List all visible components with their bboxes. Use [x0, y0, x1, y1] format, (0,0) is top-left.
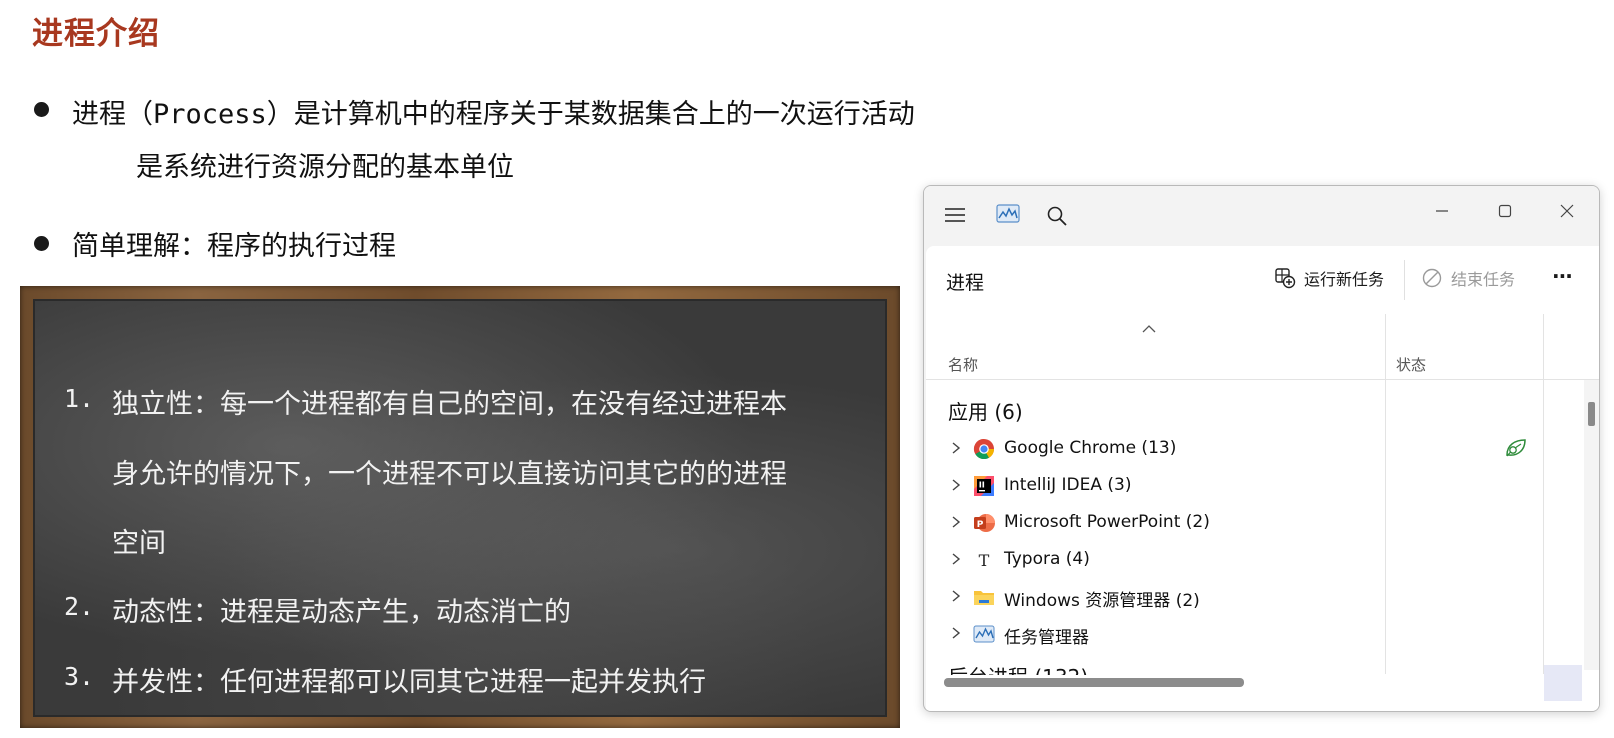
- board-item-3-number: 3.: [64, 662, 95, 691]
- bullet-1-suffix: 是计算机中的程序关于某数据集合上的一次运行活动: [293, 99, 915, 130]
- powerpoint-icon: P: [974, 514, 995, 532]
- bullet-1: 进程（Process）是计算机中的程序关于某数据集合上的一次运行活动: [72, 92, 915, 131]
- chrome-icon: [973, 438, 995, 460]
- column-header-status[interactable]: 状态: [1386, 314, 1543, 380]
- column-separator: [1543, 314, 1544, 674]
- more-options-button[interactable]: ···: [1552, 264, 1573, 288]
- minimize-icon: [1436, 210, 1448, 212]
- process-name: Typora (4): [1004, 549, 1090, 569]
- maximize-icon: [1498, 204, 1512, 218]
- end-task-icon: [1422, 268, 1442, 288]
- bullet-1-code: （Process）: [126, 99, 294, 130]
- sort-ascending-icon: [1142, 325, 1156, 333]
- task-manager-icon: [973, 625, 995, 643]
- process-row-chrome[interactable]: Google Chrome (13): [926, 430, 1385, 468]
- column-label-name: 名称: [948, 356, 979, 374]
- board-item-1-number: 1.: [64, 384, 95, 413]
- bullet-2: 简单理解：程序的执行过程: [72, 231, 396, 262]
- task-manager-window: 进程 运行新任务 结束任务 ··· 名称 状态 应用 (6) Google Ch…: [923, 185, 1600, 712]
- svg-text:P: P: [977, 520, 984, 530]
- page-title: 进程: [946, 272, 985, 294]
- board-item-1-line-3: 空间: [112, 528, 166, 559]
- process-row-intellij[interactable]: IntelliJ IDEA (3): [926, 467, 1385, 505]
- column-header-name[interactable]: 名称: [926, 314, 1385, 380]
- vertical-scrollbar-thumb[interactable]: [1588, 402, 1595, 426]
- run-new-task-icon: [1275, 268, 1296, 289]
- process-row-explorer[interactable]: Windows 资源管理器 (2): [926, 578, 1385, 616]
- end-task-label: 结束任务: [1451, 270, 1516, 289]
- process-row-typora[interactable]: T Typora (4): [926, 541, 1385, 579]
- process-name: Google Chrome (13): [1004, 438, 1177, 458]
- close-button[interactable]: [1549, 196, 1585, 226]
- close-icon: [1560, 204, 1574, 218]
- group-label-background: 后台进程 (132): [948, 661, 1088, 675]
- task-manager-logo-icon: [996, 203, 1020, 225]
- chevron-right-icon[interactable]: [951, 439, 961, 457]
- board-item-1-line-1: 独立性：每一个进程都有自己的空间，在没有经过进程本: [112, 389, 787, 420]
- efficiency-mode-icon: [1506, 439, 1526, 457]
- end-task-button[interactable]: 结束任务: [1421, 266, 1515, 290]
- bullet-1-line2: 是系统进行资源分配的基本单位: [136, 152, 514, 183]
- chevron-right-icon[interactable]: [951, 550, 961, 568]
- column-header-extra: [1544, 314, 1599, 380]
- horizontal-scrollbar-thumb[interactable]: [944, 678, 1244, 687]
- run-new-task-label: 运行新任务: [1304, 270, 1385, 289]
- menu-icon[interactable]: [944, 206, 966, 224]
- vertical-scrollbar[interactable]: [1584, 380, 1599, 670]
- slide-title: 进程介绍: [32, 16, 160, 52]
- process-name: Microsoft PowerPoint (2): [1004, 512, 1210, 532]
- maximize-button[interactable]: [1487, 196, 1523, 226]
- group-label-apps: 应用 (6): [948, 400, 1023, 424]
- more-options-icon: ···: [1552, 264, 1573, 288]
- process-name: IntelliJ IDEA (3): [1004, 475, 1132, 495]
- board-item-2-number: 2.: [64, 592, 95, 621]
- board-item-1-line-2: 身允许的情况下，一个进程不可以直接访问其它的的进程: [112, 459, 787, 490]
- blackboard: [33, 299, 887, 717]
- column-separator: [1385, 314, 1386, 674]
- bullet-1-prefix: 进程: [72, 99, 126, 130]
- folder-icon: [974, 591, 994, 605]
- column-label-status: 状态: [1396, 356, 1427, 374]
- typora-icon: T: [979, 551, 990, 570]
- chevron-right-icon[interactable]: [951, 513, 961, 531]
- highlighted-cell: [1544, 665, 1582, 701]
- chevron-right-icon[interactable]: [951, 624, 961, 642]
- process-row-task-manager[interactable]: 任务管理器: [926, 615, 1385, 653]
- title-bar: [924, 186, 1599, 246]
- processes-header: 进程 运行新任务 结束任务 ···: [926, 246, 1599, 314]
- intellij-icon: [974, 476, 994, 496]
- bullet-dot: [34, 102, 49, 117]
- chevron-right-icon[interactable]: [951, 587, 961, 605]
- search-icon[interactable]: [1046, 205, 1068, 227]
- process-row-powerpoint[interactable]: P Microsoft PowerPoint (2): [926, 504, 1385, 542]
- board-item-3-line-1: 并发性：任何进程都可以同其它进程一起并发执行: [112, 667, 706, 698]
- chevron-right-icon[interactable]: [951, 476, 961, 494]
- board-item-2-line-1: 动态性：进程是动态产生，动态消亡的: [112, 597, 571, 628]
- minimize-button[interactable]: [1424, 196, 1460, 226]
- run-new-task-button[interactable]: 运行新任务: [1274, 266, 1384, 290]
- process-name: 任务管理器: [1004, 628, 1089, 648]
- bullet-dot: [34, 236, 49, 251]
- processes-pane: 进程 运行新任务 结束任务 ··· 名称 状态 应用 (6) Google Ch…: [926, 246, 1599, 711]
- process-name: Windows 资源管理器 (2): [1004, 591, 1200, 611]
- svg-text:T: T: [979, 551, 990, 570]
- header-divider: [1404, 260, 1405, 300]
